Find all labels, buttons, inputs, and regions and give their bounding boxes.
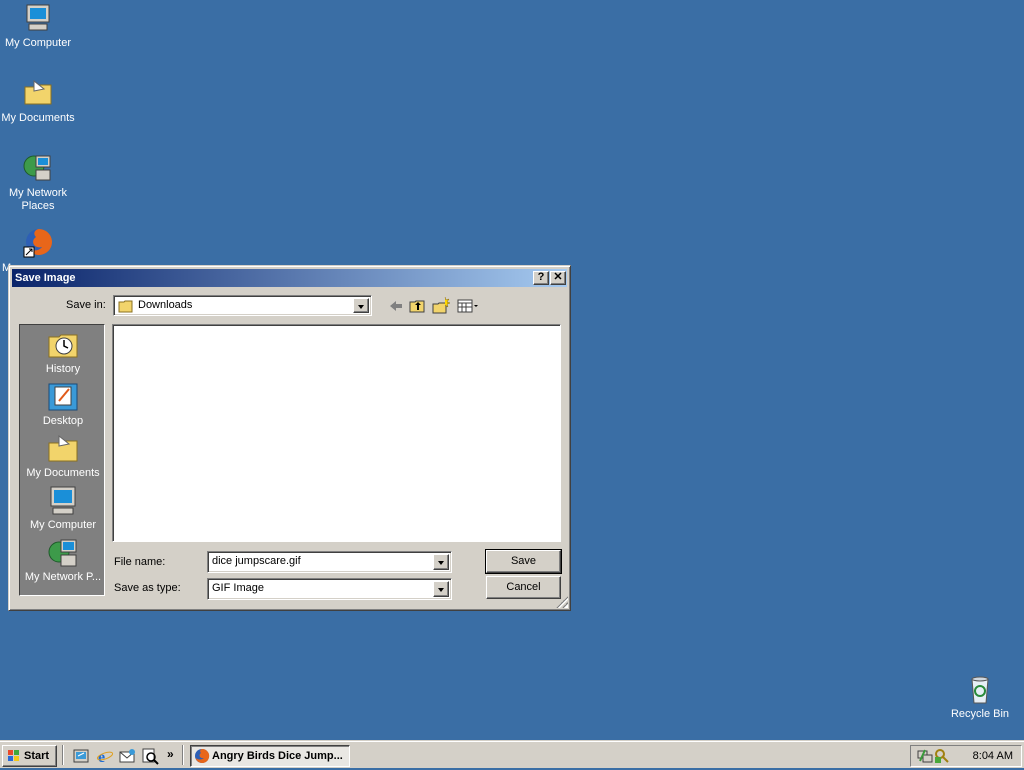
system-tray: 8:04 AM — [910, 745, 1022, 767]
computer-icon — [22, 2, 54, 34]
save-type-label: Save as type: — [114, 582, 181, 594]
view-menu-icon[interactable] — [455, 295, 481, 317]
history-icon — [47, 329, 79, 361]
cancel-button[interactable]: Cancel — [486, 576, 561, 599]
taskbar: Start e » Angry Birds Dice Jump... 8:04 … — [0, 740, 1024, 768]
outlook-express-icon[interactable] — [118, 747, 136, 765]
places-label: My Computer — [29, 519, 97, 531]
file-name-value: dice jumpscare.gif — [212, 555, 301, 567]
file-name-input[interactable]: dice jumpscare.gif — [207, 551, 452, 573]
close-button[interactable]: ✕ — [550, 271, 566, 285]
save-in-value: Downloads — [138, 299, 193, 311]
desktop-icon-label: My Computer — [4, 37, 72, 49]
dialog-title: Save Image — [15, 272, 76, 284]
search-icon[interactable] — [141, 747, 159, 765]
up-one-level-icon[interactable] — [407, 295, 429, 317]
places-item-desktop[interactable]: Desktop — [20, 381, 106, 427]
network-tray-icon[interactable] — [917, 748, 933, 767]
chevron-down-icon[interactable] — [433, 581, 449, 597]
desktop-icon-label: My Network Places — [8, 187, 68, 212]
desktop-icon-label: My Documents — [1, 112, 75, 124]
network-places-icon — [22, 152, 54, 184]
start-button[interactable]: Start — [2, 745, 57, 767]
taskbar-separator — [182, 745, 184, 765]
firefox-icon — [194, 748, 210, 766]
places-label: Desktop — [42, 415, 84, 427]
save-type-dropdown[interactable]: GIF Image — [207, 578, 452, 600]
save-in-label: Save in: — [66, 299, 106, 311]
security-tray-icon[interactable] — [934, 748, 950, 767]
network-places-icon — [47, 537, 79, 569]
places-item-my-documents[interactable]: My Documents — [20, 433, 106, 479]
windows-logo-icon — [7, 749, 21, 770]
help-button[interactable]: ? — [533, 271, 549, 285]
show-desktop-icon[interactable] — [72, 747, 90, 765]
places-label: My Documents — [26, 467, 100, 479]
svg-text:e: e — [98, 749, 105, 765]
clock[interactable]: 8:04 AM — [973, 750, 1013, 762]
quick-launch-chevron[interactable]: » — [167, 747, 174, 761]
desktop-icon-my-computer[interactable]: My Computer — [0, 2, 76, 50]
desktop-icon-label: Recycle Bin — [950, 708, 1010, 720]
my-documents-icon — [47, 433, 79, 465]
resize-grip[interactable] — [556, 596, 568, 608]
firefox-icon — [22, 227, 54, 259]
recycle-bin-icon — [964, 673, 996, 705]
save-in-dropdown[interactable]: Downloads — [113, 295, 372, 316]
file-name-label: File name: — [114, 556, 166, 568]
save-image-dialog: Save Image ? ✕ Save in: Downloads Histor… — [8, 265, 571, 611]
chevron-down-icon[interactable] — [353, 298, 369, 313]
folder-icon — [118, 299, 134, 316]
internet-explorer-icon[interactable]: e — [96, 747, 114, 766]
taskbar-button-firefox[interactable]: Angry Birds Dice Jump... — [190, 745, 350, 767]
folder-documents-icon — [22, 77, 54, 109]
places-label: History — [45, 363, 81, 375]
taskbar-separator — [62, 745, 64, 765]
file-list[interactable] — [112, 324, 561, 542]
new-folder-icon[interactable] — [430, 295, 452, 317]
my-computer-icon — [47, 485, 79, 517]
save-button[interactable]: Save — [485, 549, 562, 574]
back-icon[interactable] — [385, 295, 407, 317]
dialog-titlebar[interactable]: Save Image ? ✕ — [12, 269, 567, 287]
places-item-my-computer[interactable]: My Computer — [20, 485, 106, 531]
start-label: Start — [24, 750, 50, 762]
task-label: Angry Birds Dice Jump... — [212, 750, 343, 762]
desktop-icon-my-documents[interactable]: My Documents — [0, 77, 76, 125]
desktop-icon — [47, 381, 79, 413]
chevron-down-icon[interactable] — [433, 554, 449, 570]
places-label: My Network P... — [24, 571, 102, 583]
desktop-icon-recycle-bin[interactable]: Recycle Bin — [942, 673, 1018, 721]
desktop-icon-network-places[interactable]: My Network Places — [0, 152, 76, 213]
save-type-value: GIF Image — [212, 582, 264, 594]
places-item-network-places[interactable]: My Network P... — [20, 537, 106, 583]
places-bar: History Desktop My Documents My Computer… — [19, 324, 105, 596]
places-item-history[interactable]: History — [20, 329, 106, 375]
